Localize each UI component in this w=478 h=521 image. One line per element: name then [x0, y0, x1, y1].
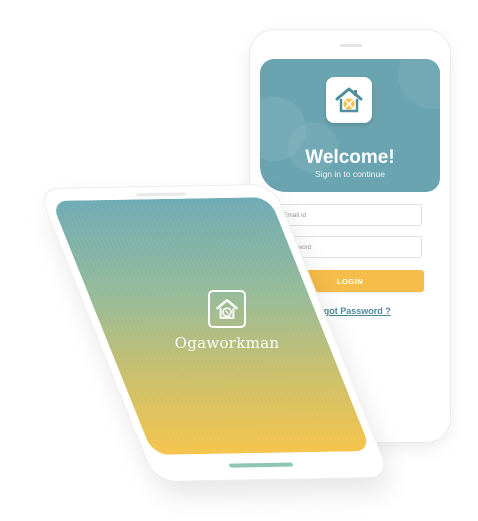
- house-tools-icon: [335, 87, 363, 113]
- app-logo: [326, 77, 372, 123]
- email-placeholder: Email id: [283, 211, 307, 219]
- email-field[interactable]: Email id: [276, 204, 422, 226]
- welcome-title: Welcome!: [305, 147, 395, 168]
- welcome-subtitle: Sign in to continue: [315, 169, 385, 179]
- home-indicator: [228, 462, 294, 468]
- decor-circle: [398, 59, 440, 109]
- splash-branding: Ogaworkman: [172, 290, 282, 352]
- login-header: Welcome! Sign in to continue: [260, 59, 440, 192]
- speaker: [340, 44, 362, 47]
- splash-logo: [208, 290, 246, 328]
- brand-name: Ogaworkman: [174, 334, 280, 352]
- house-tools-icon: [216, 299, 238, 319]
- speaker: [135, 192, 187, 197]
